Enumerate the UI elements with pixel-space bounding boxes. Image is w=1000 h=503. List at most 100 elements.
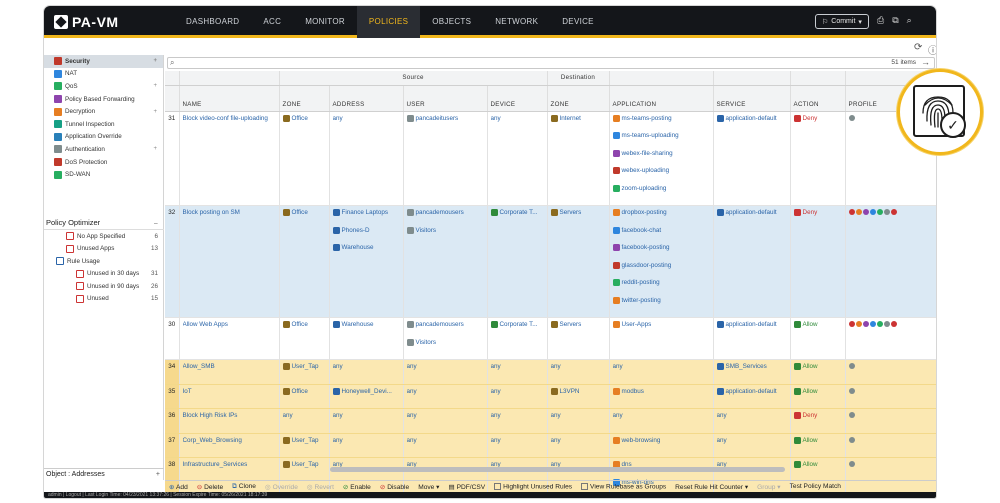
application-icon xyxy=(612,244,620,251)
sidebar-item-dos-protection[interactable]: DoS Protection xyxy=(44,156,163,169)
reset-hit-counter-dropdown[interactable]: Reset Rule Hit Counter ▾ xyxy=(675,483,748,491)
user-icon xyxy=(406,114,414,122)
column-header-user[interactable]: USER xyxy=(403,85,488,112)
delete-button[interactable]: ⊖ Delete xyxy=(197,483,223,491)
lock-icon[interactable]: ⎙ xyxy=(877,15,884,26)
tab-monitor[interactable]: MONITOR xyxy=(293,6,357,38)
add-icon[interactable]: + xyxy=(156,469,160,480)
table-row[interactable]: 30 Allow Web Apps Office Warehouse pancademo… xyxy=(165,317,936,360)
tab-dashboard[interactable]: DASHBOARD xyxy=(174,6,251,38)
disable-button[interactable]: ⊘ Disable xyxy=(380,483,409,491)
column-header-action[interactable]: ACTION xyxy=(790,85,846,112)
column-header-address[interactable]: ADDRESS xyxy=(329,85,404,112)
sidebar-item-qos[interactable]: QoS + xyxy=(44,80,163,93)
highlight-unused-checkbox[interactable]: Highlight Unused Rules xyxy=(494,482,572,490)
column-header-name[interactable]: NAME xyxy=(179,85,280,112)
add-button[interactable]: ⊕ Add xyxy=(169,483,188,491)
revert-button[interactable]: ◎ Revert xyxy=(307,483,334,491)
table-row[interactable]: 36 Block High Risk IPs any any any any any any a… xyxy=(165,408,936,434)
service-icon xyxy=(716,209,724,216)
optimizer-item-no-app-specified[interactable]: No App Specified 6 xyxy=(44,230,164,243)
profile-icons[interactable] xyxy=(848,412,933,418)
sidebar-item-sd-wan[interactable]: SD-WAN xyxy=(44,168,163,181)
tab-acc[interactable]: ACC xyxy=(251,6,293,38)
address-icon xyxy=(332,209,340,216)
horizontal-scrollbar[interactable] xyxy=(330,467,936,472)
clone-button[interactable]: ⧉ Clone xyxy=(232,483,256,491)
optimizer-item-unused-apps[interactable]: Unused Apps 13 xyxy=(44,243,164,256)
column-header-device[interactable]: DEVICE xyxy=(487,85,548,112)
tab-network[interactable]: NETWORK xyxy=(483,6,550,38)
optimizer-item-unused-in-30-days[interactable]: Unused in 30 days 31 xyxy=(44,268,164,281)
group-dropdown[interactable]: Group ▾ xyxy=(757,483,780,491)
move-dropdown[interactable]: Move ▾ xyxy=(418,483,439,491)
security-profile-icon xyxy=(848,321,855,327)
table-row[interactable]: 31 Block video-conf file-uploading Office a… xyxy=(165,111,936,206)
security-profile-icon xyxy=(883,321,890,327)
sidebar-item-authentication[interactable]: Authentication + xyxy=(44,143,163,156)
fingerprint-badge: ✓ xyxy=(897,69,983,155)
enable-button[interactable]: ⊘ Enable xyxy=(343,483,371,491)
items-count: 51 items xyxy=(891,59,916,66)
column-header-zone[interactable]: ZONE xyxy=(547,85,610,112)
apply-filter-icon[interactable]: → xyxy=(921,57,930,67)
security-profile-icon xyxy=(855,321,862,327)
table-row[interactable]: 34 Allow_SMB User_Tap any any any any any SMB_Se… xyxy=(165,359,936,385)
refresh-icon[interactable]: ⟳ xyxy=(914,42,922,53)
optimizer-item-unused-in-90-days[interactable]: Unused in 90 days 26 xyxy=(44,280,164,293)
policy-type-icon xyxy=(54,95,62,104)
add-icon[interactable]: + xyxy=(153,146,157,152)
profile-icons[interactable] xyxy=(848,363,933,369)
column-header-service[interactable]: SERVICE xyxy=(713,85,791,112)
pdf-csv-button[interactable]: ▤ PDF/CSV xyxy=(448,483,485,491)
sidebar-item-security[interactable]: Security + xyxy=(44,55,163,68)
zone-icon xyxy=(550,387,558,395)
user-icon xyxy=(406,226,414,234)
sidebar-item-nat[interactable]: NAT xyxy=(44,68,163,81)
add-icon[interactable]: + xyxy=(153,58,157,64)
sidebar-item-application-override[interactable]: Application Override xyxy=(44,131,163,144)
security-profile-icon xyxy=(876,209,883,215)
column-header-zone[interactable]: ZONE xyxy=(279,85,330,112)
add-icon[interactable]: + xyxy=(153,83,157,89)
zone-icon xyxy=(282,114,290,122)
profile-icons[interactable] xyxy=(848,321,933,327)
column-header-application[interactable]: APPLICATION xyxy=(609,85,714,112)
scrollbar-thumb[interactable] xyxy=(330,467,785,472)
search-input[interactable]: ⌕ 51 items → xyxy=(167,57,935,69)
table-row[interactable]: 35 IoT Office Honeywell_Devi... any any L3VPN m… xyxy=(165,384,936,409)
profile-icons[interactable] xyxy=(848,436,933,443)
object-addresses-footer[interactable]: Object : Addresses + xyxy=(44,468,164,480)
test-policy-match-button[interactable]: Test Policy Match xyxy=(790,483,841,490)
override-button[interactable]: ◎ Override xyxy=(265,483,298,491)
table-row[interactable]: 37 Corp_Web_Browsing User_Tap any any any any w… xyxy=(165,433,936,458)
policy-optimizer: Policy Optimizer − No App Specified 6 Unus… xyxy=(44,218,164,305)
add-icon[interactable]: + xyxy=(153,109,157,115)
tab-policies[interactable]: POLICIES xyxy=(356,6,421,38)
policy-type-icon xyxy=(54,145,62,154)
view-groups-checkbox[interactable]: View Rulebase as Groups xyxy=(581,482,666,490)
profile-icons[interactable] xyxy=(848,387,933,394)
logo-icon xyxy=(54,15,68,29)
profile-icons[interactable] xyxy=(848,209,933,215)
tab-objects[interactable]: OBJECTS xyxy=(420,6,483,38)
optimizer-item-unused[interactable]: Unused 15 xyxy=(44,293,164,306)
sidebar-item-policy-based-forwarding[interactable]: Policy Based Forwarding xyxy=(44,93,163,106)
application-icon xyxy=(612,149,620,157)
sidebar-item-decryption[interactable]: Decryption + xyxy=(44,105,163,118)
application-icon xyxy=(612,184,620,192)
search-icon[interactable]: ⌕ xyxy=(907,15,912,26)
config-icon[interactable]: ⧉ xyxy=(892,15,898,26)
optimizer-item-rule-usage[interactable]: Rule Usage xyxy=(44,255,164,268)
destination-group-header: Destination xyxy=(547,71,610,86)
minimize-icon[interactable]: − xyxy=(154,219,158,228)
table-row[interactable]: 32 Block posting on SM Office Finance Lapto… xyxy=(165,205,936,318)
security-profile-icon xyxy=(890,209,897,215)
security-profile-icon xyxy=(848,387,855,394)
sidebar-item-tunnel-inspection[interactable]: Tunnel Inspection xyxy=(44,118,163,131)
delete-icon: ⊖ xyxy=(196,483,203,491)
tab-device[interactable]: DEVICE xyxy=(550,6,606,38)
header-icons: ⎙ ⧉ ⌕ xyxy=(877,15,912,26)
revert-icon: ◎ xyxy=(306,483,313,491)
commit-button[interactable]: ⚐ Commit ▾ xyxy=(815,14,869,29)
